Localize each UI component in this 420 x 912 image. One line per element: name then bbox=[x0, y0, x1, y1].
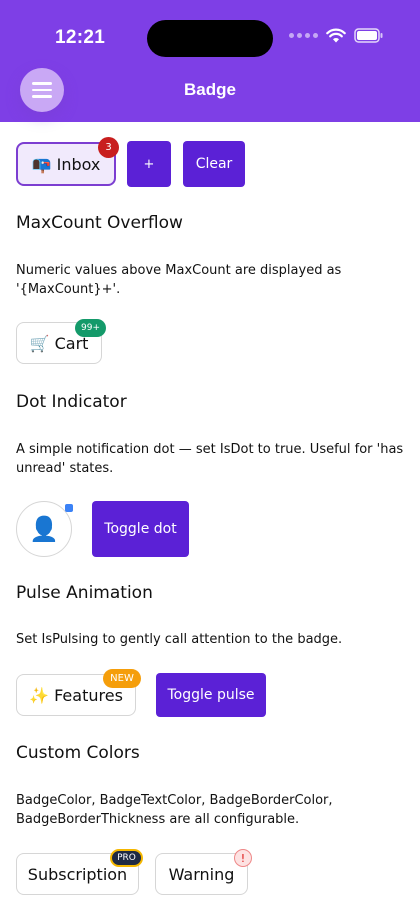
custom-colors-description: BadgeColor, BadgeTextColor, BadgeBorderC… bbox=[16, 793, 333, 827]
increment-button[interactable]: + bbox=[127, 141, 171, 187]
pulse-heading: Pulse Animation bbox=[16, 583, 153, 603]
features-label: ✨ Features bbox=[29, 685, 123, 705]
toggle-pulse-button[interactable]: Toggle pulse bbox=[156, 673, 266, 717]
dynamic-island bbox=[147, 20, 273, 57]
warning-label: Warning bbox=[168, 864, 235, 884]
dot-indicator-description: A simple notification dot — set IsDot to… bbox=[16, 442, 404, 476]
toggle-dot-button[interactable]: Toggle dot bbox=[92, 501, 189, 557]
avatar[interactable]: 👤 bbox=[16, 501, 72, 557]
status-icons bbox=[289, 28, 384, 43]
signal-icon bbox=[289, 33, 318, 38]
custom-colors-heading: Custom Colors bbox=[16, 743, 140, 763]
status-time: 12:21 bbox=[55, 27, 106, 48]
maxcount-description: Numeric values above MaxCount are displa… bbox=[16, 263, 342, 297]
cart-label: 🛒 Cart bbox=[29, 333, 89, 353]
pro-badge: PRO bbox=[110, 849, 143, 867]
maxcount-heading: MaxCount Overflow bbox=[16, 213, 183, 233]
cart-badge: 99+ bbox=[75, 319, 106, 337]
dot-indicator-heading: Dot Indicator bbox=[16, 392, 127, 412]
pulse-description: Set IsPulsing to gently call attention t… bbox=[16, 632, 343, 647]
inbox-badge: 3 bbox=[98, 137, 119, 158]
inbox-label: 📭 Inbox bbox=[31, 154, 101, 174]
page-title: Badge bbox=[184, 80, 236, 99]
new-badge: NEW bbox=[103, 669, 141, 688]
warning-badge: ! bbox=[234, 849, 252, 867]
subscription-label: Subscription bbox=[27, 864, 128, 884]
wifi-icon bbox=[326, 28, 346, 43]
battery-icon bbox=[354, 28, 383, 43]
clear-button[interactable]: Clear bbox=[183, 141, 245, 187]
notification-dot bbox=[65, 504, 73, 512]
app-header: 12:21 Badge bbox=[0, 0, 420, 122]
user-icon: 👤 bbox=[29, 515, 59, 543]
